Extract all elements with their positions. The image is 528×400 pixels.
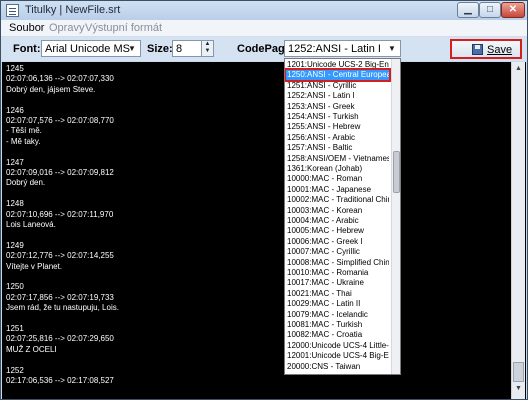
subtitle-line: Vítejte v Planet.: [6, 261, 63, 271]
save-button-label: Save: [487, 44, 513, 56]
subtitle-line: 02:07:25,816 --> 02:07:29,650: [6, 334, 114, 344]
codepage-option[interactable]: 10004:MAC - Arabic: [286, 216, 389, 226]
stepper-up-icon[interactable]: ▲: [202, 41, 213, 48]
codepage-option[interactable]: 1201:Unicode UCS-2 Big-End: [286, 60, 389, 70]
scroll-down-icon[interactable]: ▼: [514, 384, 523, 394]
chevron-down-icon: ▼: [128, 44, 136, 53]
menu-soubor[interactable]: Soubor: [9, 22, 44, 34]
codepage-option[interactable]: 10005:MAC - Hebrew: [286, 226, 389, 236]
subtitle-editor[interactable]: 1245 02:07:06,136 --> 02:07:07,330 Dobrý d…: [2, 62, 526, 399]
size-input[interactable]: 8: [172, 40, 202, 57]
codepage-option[interactable]: 12000:Unicode UCS-4 Little-E: [286, 341, 389, 351]
codepage-select-value: 1252:ANSI - Latin I: [288, 43, 381, 55]
subtitle-line: - Mě taky.: [6, 136, 41, 146]
menu-vystupni-format[interactable]: Výstupní formát: [85, 22, 162, 34]
scroll-thumb[interactable]: [513, 362, 524, 382]
codepage-option[interactable]: 10081:MAC - Turkish: [286, 320, 389, 330]
codepage-option[interactable]: 10017:MAC - Ukraine: [286, 278, 389, 288]
subtitle-line: 1245: [6, 64, 24, 73]
subtitle-line: 02:07:17,856 --> 02:07:19,733: [6, 292, 114, 302]
subtitle-line: 1248: [6, 199, 24, 209]
codepage-select[interactable]: 1252:ANSI - Latin I ▼: [284, 40, 401, 57]
codepage-option[interactable]: 10021:MAC - Thai: [286, 289, 389, 299]
codepage-option[interactable]: 1253:ANSI - Greek: [286, 102, 389, 112]
menu-bar: Soubor Opravy Výstupní formát: [1, 20, 527, 37]
subtitle-line: 1247: [6, 157, 24, 167]
codepage-option[interactable]: 10010:MAC - Romania: [286, 268, 389, 278]
dropdown-scroll-thumb[interactable]: [393, 151, 400, 193]
subtitle-line: 02:07:10,696 --> 02:07:11,970: [6, 209, 114, 219]
subtitle-line: 02:07:09,016 --> 02:07:09,812: [6, 168, 114, 177]
save-button[interactable]: Save: [450, 39, 522, 59]
subtitle-line: Jsem rád, že tu nastupuju, Lois.: [6, 303, 119, 313]
subtitle-line: 1246: [6, 105, 24, 115]
scroll-up-icon[interactable]: ▲: [514, 64, 523, 74]
subtitle-line: MUŽ Z OCELI: [6, 344, 57, 354]
subtitle-line: Dobrý den.: [6, 178, 46, 188]
codepage-dropdown-list[interactable]: 1201:Unicode UCS-2 Big-End 1250:ANSI - Ce…: [284, 58, 401, 375]
subtitle-line: 02:07:07,576 --> 02:07:08,770: [6, 116, 114, 125]
subtitle-line: - Těší mě.: [6, 126, 42, 136]
font-select[interactable]: Arial Unicode MS ▼: [41, 40, 141, 57]
codepage-option[interactable]: 10000:MAC - Roman: [286, 174, 389, 184]
floppy-disk-icon: [472, 44, 483, 55]
codepage-option[interactable]: 1250:ANSI - Central European: [285, 68, 391, 83]
subtitle-line: 1251: [6, 324, 24, 333]
subtitle-line: Lois Laneová.: [6, 220, 56, 229]
font-label: Font:: [13, 43, 41, 55]
window-title: Titulky | NewFile.srt: [25, 4, 121, 16]
codepage-option[interactable]: 12001:Unicode UCS-4 Big-En: [286, 351, 389, 361]
stepper-down-icon[interactable]: ▼: [202, 48, 213, 55]
subtitle-line: 1249: [6, 240, 24, 250]
subtitle-line: 1252: [6, 365, 24, 375]
codepage-option[interactable]: 10082:MAC - Croatia: [286, 330, 389, 340]
subtitle-line: 02:17:06,536 --> 02:17:08,527: [6, 376, 114, 385]
codepage-option[interactable]: 1254:ANSI - Turkish: [286, 112, 389, 122]
codepage-option[interactable]: 1251:ANSI - Cyrillic: [286, 81, 389, 91]
menu-opravy[interactable]: Opravy: [49, 22, 84, 34]
subtitle-line: 02:07:12,776 --> 02:07:14,255: [6, 251, 114, 261]
dropdown-scrollbar[interactable]: [391, 59, 400, 374]
editor-scrollbar[interactable]: ▲ ▼: [511, 62, 525, 399]
subtitle-line: Dobrý den, jájsem Steve.: [6, 84, 96, 94]
codepage-option[interactable]: 10029:MAC - Latin II: [286, 299, 389, 309]
minimize-button[interactable]: ▁: [457, 2, 479, 18]
close-button[interactable]: ✕: [501, 2, 525, 18]
codepage-option[interactable]: 1252:ANSI - Latin I: [286, 91, 389, 101]
codepage-option[interactable]: 20000:CNS - Taiwan: [286, 362, 389, 372]
codepage-option[interactable]: 10003:MAC - Korean: [286, 206, 389, 216]
font-select-value: Arial Unicode MS: [45, 43, 130, 55]
app-icon: [6, 4, 19, 17]
codepage-option[interactable]: 10008:MAC - Simplified Chines: [286, 258, 389, 268]
codepage-option[interactable]: 10007:MAC - Cyrillic: [286, 247, 389, 257]
subtitle-line: 02:07:06,136 --> 02:07:07,330: [6, 74, 114, 84]
codepage-option[interactable]: 10002:MAC - Traditional Chine: [286, 195, 389, 205]
codepage-option[interactable]: 1258:ANSI/OEM - Vietnamese: [286, 154, 389, 164]
chevron-down-icon: ▼: [388, 44, 396, 53]
app-window: Titulky | NewFile.srt ▁ □ ✕ Soubor Oprav…: [0, 0, 528, 400]
codepage-option[interactable]: 10079:MAC - Icelandic: [286, 310, 389, 320]
codepage-option[interactable]: 10001:MAC - Japanese: [286, 185, 389, 195]
codepage-option[interactable]: 1361:Korean (Johab): [286, 164, 389, 174]
maximize-button[interactable]: □: [479, 2, 501, 18]
size-stepper[interactable]: ▲ ▼: [201, 40, 214, 57]
size-label: Size:: [147, 43, 173, 55]
codepage-option[interactable]: 1257:ANSI - Baltic: [286, 143, 389, 153]
title-bar[interactable]: Titulky | NewFile.srt ▁ □ ✕: [1, 1, 527, 20]
codepage-option[interactable]: 10006:MAC - Greek I: [286, 237, 389, 247]
size-input-value: 8: [176, 43, 183, 55]
toolbar: Font: Arial Unicode MS ▼ Size: 8 ▲ ▼ Cod…: [1, 37, 527, 61]
codepage-option[interactable]: 1255:ANSI - Hebrew: [286, 122, 389, 132]
codepage-option[interactable]: 1256:ANSI - Arabic: [286, 133, 389, 143]
subtitle-line: 1250: [6, 282, 24, 292]
